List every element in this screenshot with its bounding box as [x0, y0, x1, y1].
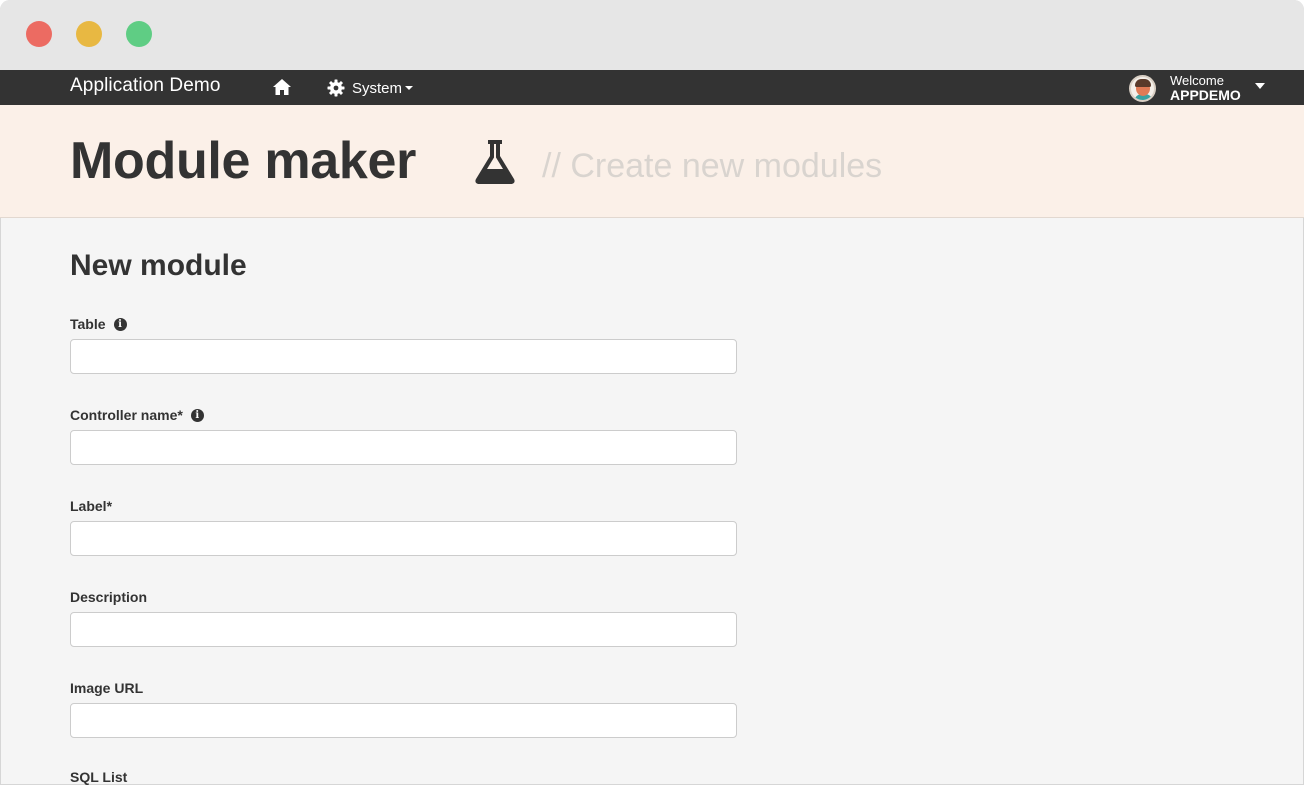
controller-name-input[interactable]	[70, 430, 737, 465]
close-window-button[interactable]	[26, 21, 52, 47]
maximize-window-button[interactable]	[126, 21, 152, 47]
system-menu-dropdown[interactable]: System	[327, 77, 414, 99]
main-content: New module Table i Controller name* i La…	[0, 219, 1304, 785]
window-titlebar	[0, 0, 1304, 70]
table-input[interactable]	[70, 339, 737, 374]
brand-link[interactable]: Application Demo	[70, 75, 221, 97]
controller-name-label-text: Controller name*	[70, 407, 183, 423]
user-menu-caret-icon	[1254, 83, 1265, 89]
controller-name-field-label: Controller name* i	[70, 407, 204, 423]
label-input[interactable]	[70, 521, 737, 556]
image-url-label-text: Image URL	[70, 680, 144, 696]
page-subtitle: // Create new modules	[542, 147, 883, 185]
app-window: Application Demo System Welcome APPDEMO …	[0, 0, 1304, 785]
minimize-window-button[interactable]	[76, 21, 102, 47]
avatar	[1129, 74, 1156, 102]
gear-icon	[327, 79, 345, 97]
description-input[interactable]	[70, 612, 737, 647]
user-menu-dropdown[interactable]: Welcome APPDEMO	[1129, 72, 1265, 104]
sql-list-label-text: SQL List	[70, 769, 128, 785]
sql-list-field-label: SQL List	[70, 769, 127, 785]
home-button[interactable]	[272, 78, 292, 96]
top-navbar: Application Demo System Welcome APPDEMO	[0, 70, 1304, 105]
image-url-input[interactable]	[70, 703, 737, 738]
label-label-text: Label*	[70, 498, 113, 514]
page-header: Module maker // Create new modules	[0, 105, 1304, 218]
user-greeting: Welcome APPDEMO	[1170, 73, 1241, 103]
system-menu-label: System	[352, 79, 403, 97]
home-icon	[273, 79, 291, 95]
username-label: APPDEMO	[1170, 87, 1241, 103]
description-field-label: Description	[70, 589, 147, 605]
flask-icon	[475, 140, 515, 184]
page-title: Module maker	[70, 132, 417, 190]
section-title: New module	[70, 249, 247, 282]
chevron-down-icon	[405, 86, 414, 90]
info-icon[interactable]: i	[190, 408, 204, 422]
label-field-label: Label*	[70, 498, 112, 514]
welcome-label: Welcome	[1170, 73, 1224, 88]
description-label-text: Description	[70, 589, 148, 605]
image-url-field-label: Image URL	[70, 680, 143, 696]
table-label-text: Table	[70, 316, 106, 332]
info-icon[interactable]: i	[113, 317, 127, 331]
table-field-label: Table i	[70, 316, 127, 332]
